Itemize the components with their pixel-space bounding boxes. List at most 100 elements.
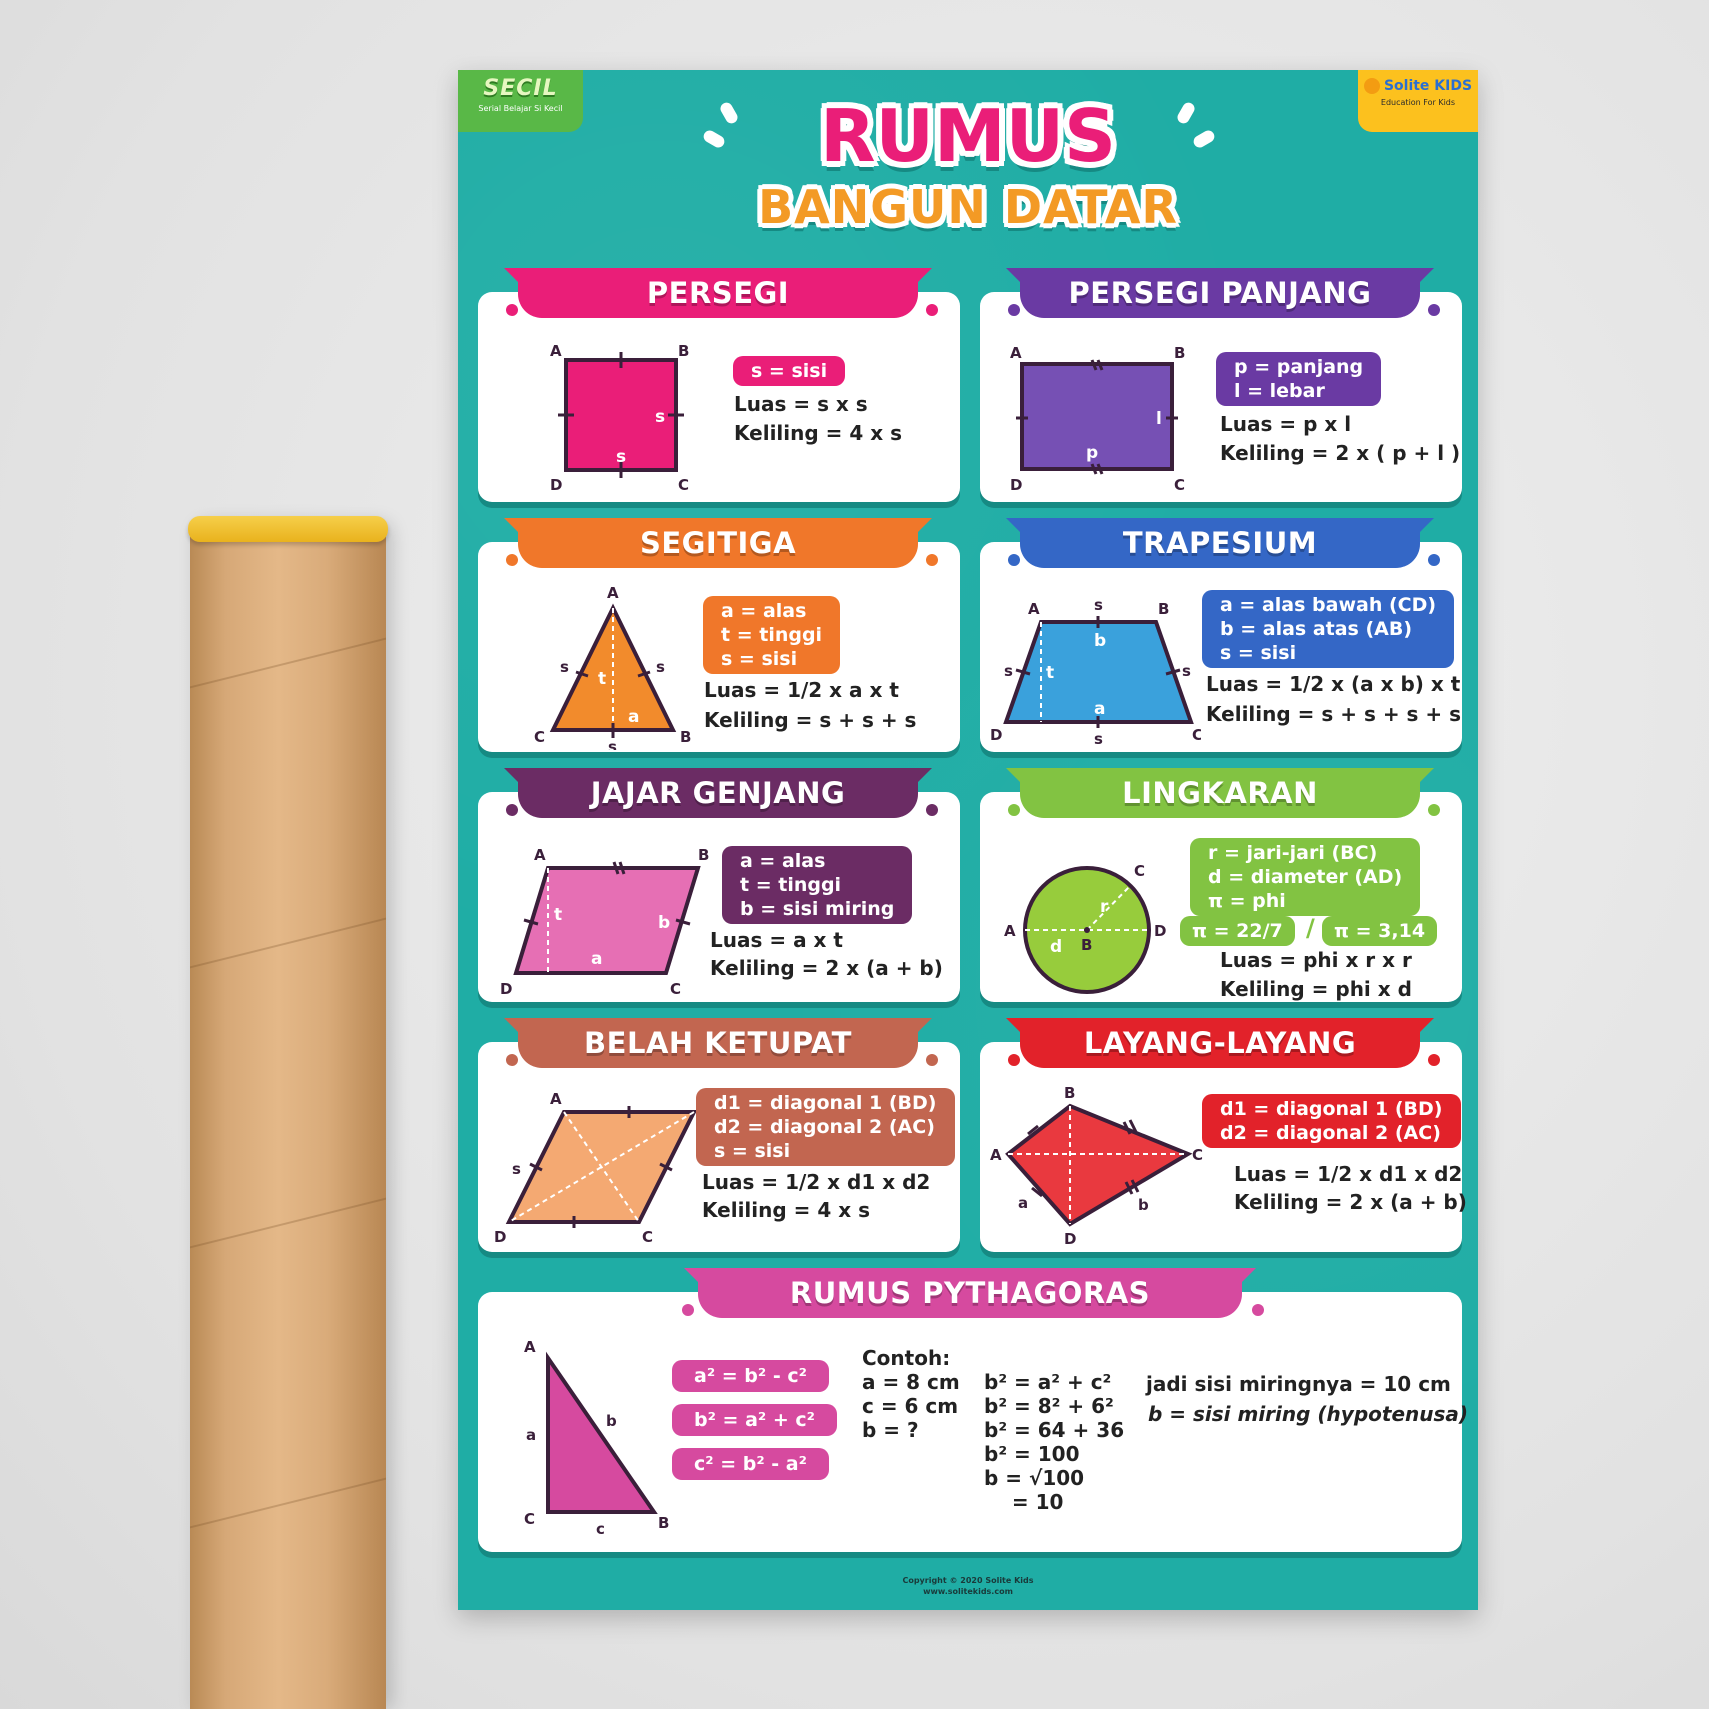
var-text: b = sisi miring [740,898,895,920]
solution-steps: b² = a² + c² b² = 8² + 6² b² = 64 + 36 b… [984,1370,1124,1514]
vertex-label: B [680,728,691,746]
vertex-label: C [670,980,681,998]
dot [1008,1054,1020,1066]
var-text: a = alas [740,850,826,872]
title-bangun-datar: BANGUN DATAR [758,180,1178,234]
formula-luas: Luas = p x l [1220,412,1352,436]
right-triangle-diagram: A B C a b c [524,1338,669,1538]
dot [1428,304,1440,316]
vertex-label: A [607,584,619,602]
point-label: B [1081,936,1092,954]
tube-seam [190,1477,386,1529]
step: b² = 64 + 36 [984,1418,1125,1442]
formula-luas: Luas = 1/2 x d1 x d2 [702,1170,931,1194]
formula-luas: Luas = a x t [710,928,843,952]
example-block: Contoh: a = 8 cm c = 6 cm b = ? [862,1346,960,1442]
jajar-genjang-title: JAJAR GENJANG [518,768,918,818]
poster-tube [188,516,388,1709]
side-label: s [616,447,626,467]
vertex-label: D [494,1228,506,1246]
height-label: t [1046,663,1054,683]
vertex-label: C [642,1228,653,1246]
kite-diagram: B C D A a b [990,1084,1203,1248]
website-text: www.solitekids.com [923,1587,1013,1596]
vertex-label: C [678,476,689,494]
vertex-label: D [550,476,562,494]
diameter-label: d [1050,937,1062,957]
point-label: D [1154,922,1166,940]
formula-keliling: Keliling = s + s + s [704,708,917,732]
formula-keliling: Keliling = phi x d [1220,977,1412,1001]
var-text: t = tinggi [740,874,842,896]
vertex-label: A [1028,600,1040,618]
poster: SECIL Serial Belajar Si Kecil Solite KID… [458,70,1478,1610]
base-label: a [628,707,639,727]
card-persegi: PERSEGI A B C D s s s = sisi Luas = s x … [478,268,960,502]
vertex-label: A [550,1090,562,1108]
side-label: a [526,1426,536,1444]
var-text: d2 = diagonal 2 (AC) [1220,1122,1441,1144]
vertex-label: B [1158,600,1169,618]
card-belah-ketupat: BELAH KETUPAT A B C D s d1 = diagonal 1 … [478,1018,960,1252]
step: b² = 8² + 6² [984,1394,1114,1418]
example-title: Contoh: [862,1346,951,1370]
side-label: s [1182,662,1191,680]
formula-luas: Luas = 1/2 x d1 x d2 [1234,1162,1463,1186]
tube-seam [190,917,386,969]
vertex-label: A [534,846,546,864]
dot [1008,554,1020,566]
top-label: b [1094,631,1106,651]
formula-pill: c² = b² - a² [672,1448,829,1480]
var-text: t = tinggi [721,624,823,646]
var-text: s = sisi [721,648,798,670]
var-text: a = alas bawah (CD) [1220,594,1437,616]
var-text: a = alas [721,600,807,622]
step: b = √100 [984,1466,1085,1490]
card-persegi-panjang: PERSEGI PANJANG A B C D l p p = panjang … [980,268,1462,502]
pi-separator: / [1306,914,1315,942]
var-pill: r = jari-jari (BC) d = diameter (AD) π =… [1190,838,1421,916]
pythagoras-title: RUMUS PYTHAGORAS [698,1268,1242,1318]
dot [1428,554,1440,566]
formula-keliling: Keliling = 4 x s [734,421,903,445]
formula-luas: Luas = phi x r x r [1220,948,1412,972]
var-text: d = diameter (AD) [1208,866,1403,888]
dot [1008,304,1020,316]
dot [506,554,518,566]
side-label: b [658,913,670,933]
var-text: l = lebar [1234,380,1325,402]
vertex-label: B [678,342,689,360]
pi-decimal-pill: π = 3,14 [1322,916,1438,946]
card-layang-layang: LAYANG-LAYANG B C D A a b d1 = diagonal … [980,1018,1467,1252]
vertex-label: B [698,846,709,864]
vertex-label: C [534,728,545,746]
formula-keliling: Keliling = 2 x (a + b) [1234,1190,1467,1214]
parallelogram-diagram: A B C D t a b [500,846,709,998]
segitiga-title: SEGITIGA [518,518,918,568]
dot [1252,1304,1264,1316]
tube-seam [190,1197,386,1249]
tube-seam [190,637,386,689]
trapezoid-diagram: A B C D s s s s t a b [990,596,1201,748]
var-text: d1 = diagonal 1 (BD) [714,1092,937,1114]
var-text: s = sisi [1220,642,1297,664]
tube-cap [188,516,388,542]
card-jajar-genjang: JAJAR GENJANG A B C D t a b a = alas t =… [478,768,960,1002]
side-label: s [1094,730,1103,748]
vertex-label: A [524,1338,536,1356]
step: = 10 [984,1490,1064,1514]
given-value: a = 8 cm [862,1370,960,1394]
vertex-label: B [1064,1084,1075,1102]
formula-luas: Luas = 1/2 x (a x b) x t [1206,672,1461,696]
vertex-label: B [658,1514,669,1532]
card-pythagoras: RUMUS PYTHAGORAS A B C a b c a² = b² - c… [478,1268,1468,1552]
given-value: c = 6 cm [862,1394,959,1418]
base-label: a [1094,699,1105,719]
conclusion: jadi sisi miringnya = 10 cm [1146,1372,1451,1396]
var-text: d2 = diagonal 2 (AC) [714,1116,935,1138]
side-label: s [608,738,617,750]
side-label: s [656,658,665,676]
dot [506,304,518,316]
side-label: l [1156,409,1162,429]
var-text: p = panjang [1234,356,1364,378]
